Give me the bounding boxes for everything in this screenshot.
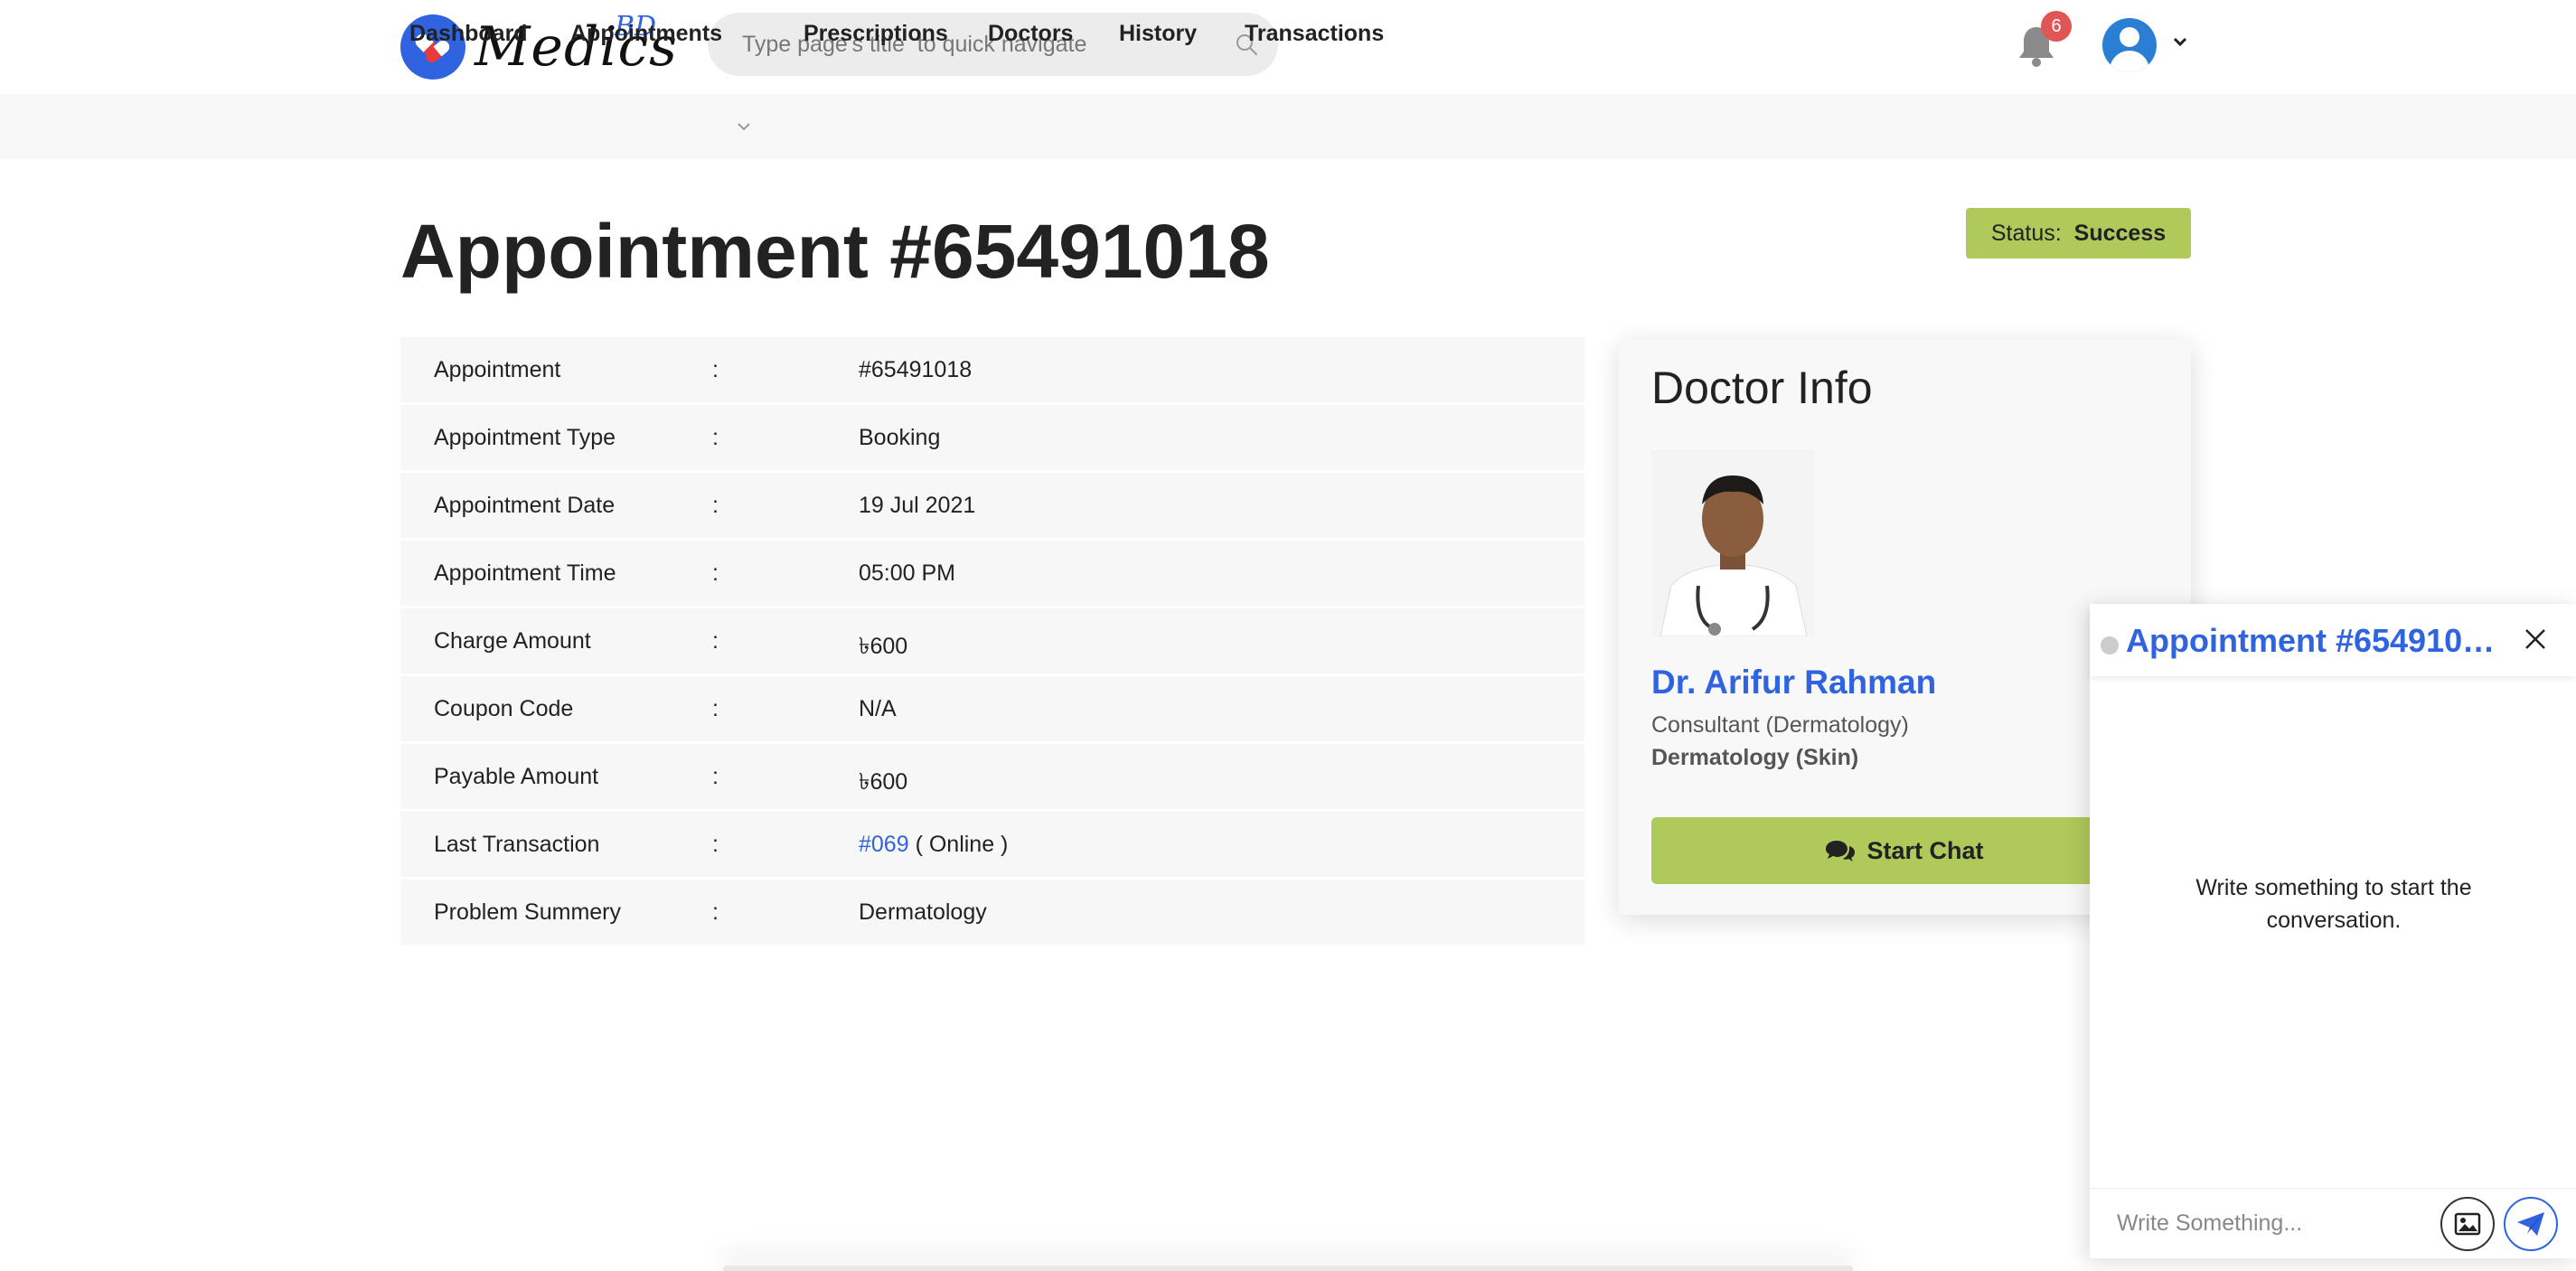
detail-separator: : (712, 899, 719, 925)
status-badge: Status: Success (1966, 208, 2191, 259)
detail-separator: : (712, 357, 719, 382)
main-nav (0, 94, 2576, 159)
detail-separator: : (712, 628, 719, 654)
chat-message-input[interactable] (2117, 1207, 2433, 1239)
detail-label: Appointment Date (434, 493, 616, 518)
detail-value: Booking (859, 425, 941, 450)
image-icon (2454, 1212, 2481, 1236)
appointment-details-table: Appointment : #65491018 Appointment Type… (400, 337, 1584, 947)
nav-item-dashboard[interactable]: Dashboard (409, 20, 528, 47)
notification-count-badge: 6 (2041, 11, 2072, 42)
table-row: Last Transaction : #069 ( Online ) (400, 812, 1584, 877)
chat-input-bar (2090, 1188, 2576, 1258)
top-bar: Medics BD 6 (0, 0, 2576, 94)
doctor-name[interactable]: Dr. Arifur Rahman (1651, 664, 1936, 701)
transaction-link[interactable]: #069 (859, 832, 909, 857)
detail-separator: : (712, 764, 719, 789)
chevron-down-icon[interactable] (736, 118, 752, 135)
chat-bubbles-icon (1826, 841, 1856, 861)
start-chat-button[interactable]: Start Chat (1651, 817, 2158, 884)
table-row: Appointment : #65491018 (400, 337, 1584, 402)
table-row: Appointment Date : 19 Jul 2021 (400, 473, 1584, 538)
table-row: Coupon Code : N/A (400, 676, 1584, 741)
chat-header: Appointment #65491018 (2090, 604, 2576, 676)
detail-value: 05:00 PM (859, 560, 956, 586)
chevron-down-icon[interactable] (2171, 33, 2189, 51)
close-icon[interactable] (2522, 626, 2549, 653)
nav-item-prescriptions[interactable]: Prescriptions (804, 20, 948, 47)
detail-separator: : (712, 560, 719, 586)
detail-label: Coupon Code (434, 696, 574, 721)
detail-value: #65491018 (859, 357, 973, 382)
transaction-method: ( Online ) (908, 832, 1009, 857)
detail-value: 19 Jul 2021 (859, 493, 976, 518)
table-row: Appointment Type : Booking (400, 405, 1584, 470)
send-icon (2517, 1212, 2544, 1236)
doctor-info-heading: Doctor Info (1651, 362, 1873, 413)
detail-separator: : (712, 493, 719, 518)
user-avatar[interactable] (2102, 18, 2157, 72)
attach-image-button[interactable] (2440, 1197, 2495, 1251)
nav-item-transactions[interactable]: Transactions (1245, 20, 1384, 47)
detail-label: Payable Amount (434, 764, 599, 789)
table-row: Charge Amount : ৳600 (400, 608, 1584, 673)
status-value: Success (2073, 220, 2167, 246)
nav-item-history[interactable]: History (1119, 20, 1197, 47)
detail-separator: : (712, 832, 719, 857)
online-status-dot (2101, 636, 2119, 654)
detail-value: #069 ( Online ) (859, 832, 1008, 858)
chat-title: Appointment #65491018 (2126, 622, 2496, 659)
table-row: Payable Amount : ৳600 (400, 744, 1584, 809)
detail-label: Charge Amount (434, 628, 591, 654)
detail-label: Problem Summery (434, 899, 621, 925)
detail-value: Dermatology (859, 899, 987, 925)
start-chat-label: Start Chat (1866, 836, 1984, 864)
chat-window: Appointment #65491018 Write something to… (2090, 604, 2576, 1258)
status-label: Status: (1990, 220, 2062, 246)
send-message-button[interactable] (2504, 1197, 2558, 1251)
detail-value: ৳600 (859, 634, 908, 659)
doctor-title: Consultant (Dermatology) (1651, 712, 1909, 738)
detail-separator: : (712, 696, 719, 721)
detail-value: ৳600 (859, 769, 908, 795)
table-row: Appointment Time : 05:00 PM (400, 541, 1584, 606)
detail-separator: : (712, 425, 719, 450)
table-row: Problem Summery : Dermatology (400, 880, 1584, 945)
detail-label: Appointment Type (434, 425, 616, 450)
detail-label: Last Transaction (434, 832, 600, 857)
page-title: Appointment #65491018 (400, 209, 1270, 294)
nav-item-appointments[interactable]: Appointments (570, 20, 722, 47)
detail-label: Appointment Time (434, 560, 616, 586)
bottom-panel-edge (723, 1266, 1853, 1271)
detail-label: Appointment (434, 357, 561, 382)
chat-empty-message: Write something to start the conversatio… (2195, 875, 2472, 933)
nav-item-doctors[interactable]: Doctors (988, 20, 1073, 47)
doctor-photo (1651, 450, 1814, 636)
doctor-department: Dermatology (Skin) (1651, 745, 1859, 770)
detail-value: N/A (859, 696, 897, 721)
